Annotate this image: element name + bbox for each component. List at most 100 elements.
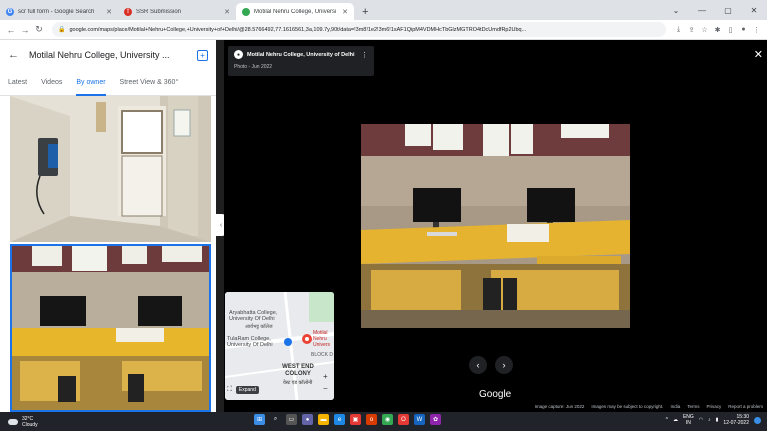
place-title: Motilal Nehru College, University ... [29,50,170,60]
close-icon[interactable]: ✕ [106,8,112,16]
browser-toolbar: ← → ↻ 🔒 google.com/maps/place/Motilal+Ne… [0,20,767,40]
clock-date: 12-07-2022 [723,420,749,426]
tab-google-search[interactable]: G scr full form - Google Search ✕ [0,3,118,20]
tab-videos[interactable]: Videos [41,70,62,96]
extensions-icon[interactable]: ✱ [711,26,724,34]
photo-nav-arrows: ‹ › [469,356,513,374]
lang-region: IN [685,420,691,426]
clock[interactable]: 15:30 12-07-2022 [723,414,749,426]
zoom-out-button[interactable]: − [323,384,328,393]
close-window-icon[interactable]: ✕ [741,6,767,15]
photo-viewer: ● Motilal Nehru College, University of D… [224,40,767,412]
tab-latest[interactable]: Latest [8,70,27,96]
tab-title: scr full form - Google Search [18,8,95,15]
expand-icon: ⛶ [227,386,232,393]
photo-thumbnail-corridor[interactable] [10,96,211,242]
main-photo-lab[interactable] [361,124,630,328]
close-icon[interactable]: ✕ [342,8,348,16]
corridor-image [10,96,211,242]
chat-icon[interactable]: ● [302,414,313,425]
menu-kebab-icon[interactable]: ⋮ [750,26,763,34]
install-icon[interactable]: ⤓ [672,26,685,34]
maximize-icon[interactable]: ▢ [715,6,741,15]
search-icon[interactable]: ⌕ [270,414,281,425]
store-icon[interactable]: ▣ [350,414,361,425]
zoom-in-button[interactable]: + [323,372,328,381]
weather-widget[interactable]: 32°C Cloudy [0,416,120,428]
more-options-icon[interactable]: ⋮ [361,51,368,59]
viewer-footer: Image capture: Jun 2022 Images may be su… [535,404,763,409]
battery-icon[interactable]: ▮ [716,417,719,423]
photos-icon[interactable]: ✿ [430,414,441,425]
photo-category-tabs: Latest Videos By owner Street View & 360… [0,70,216,96]
office-icon[interactable]: o [366,414,377,425]
report-problem-link[interactable]: Report a problem [728,404,763,409]
back-arrow-icon[interactable]: ← [8,49,19,61]
add-photo-icon[interactable]: + [197,49,208,61]
cloud-tray-icon[interactable]: ☁ [673,417,678,423]
address-bar[interactable]: 🔒 google.com/maps/place/Motilal+Nehru+Co… [52,22,666,37]
file-explorer-icon[interactable]: ▬ [318,414,329,425]
new-tab-button[interactable]: + [354,3,376,20]
profile-icon[interactable]: ● [737,26,750,33]
map-label-aryabhatta-hindi: आर्यभट्ट कॉलेज [245,324,273,330]
language-indicator[interactable]: ENG IN [683,414,694,426]
reload-icon[interactable]: ↻ [32,24,46,35]
owner-avatar[interactable]: ● [234,50,243,59]
chevron-up-icon[interactable]: ^ [666,417,668,423]
opera-icon[interactable]: O [398,414,409,425]
windows-taskbar: 32°C Cloudy ⊞ ⌕ ▭ ● ▬ e ▣ o ◉ O W ✿ ^ ☁ … [0,412,767,431]
system-tray: ^ ☁ ENG IN ◠ ♪ ▮ 15:30 12-07-2022 [666,414,761,426]
minimize-icon[interactable]: — [689,6,715,15]
volume-icon[interactable]: ♪ [708,417,711,423]
taskbar-apps: ⊞ ⌕ ▭ ● ▬ e ▣ o ◉ O W ✿ [254,414,441,425]
chevron-down-icon[interactable]: ⌄ [663,6,689,15]
expand-map-button[interactable]: ⛶ Expand [227,386,259,394]
notification-icon[interactable] [754,416,761,424]
tab-by-owner[interactable]: By owner [76,70,106,96]
close-icon[interactable]: ✕ [224,8,230,16]
tab-title: Motilal Nehru College, Universi [254,8,337,15]
owner-card: ● Motilal Nehru College, University of D… [228,46,374,76]
tab-street-view[interactable]: Street View & 360° [120,70,179,96]
next-photo-button[interactable]: › [495,356,513,374]
mini-map[interactable]: Aryabhatta College, University Of Delhi … [225,292,334,400]
back-arrow-icon[interactable]: ← [4,25,18,35]
maps-pin-icon [242,7,250,16]
photo-thumbnail-lab-selected[interactable] [10,244,211,412]
map-label-motilal: Motilal Nehru Univers [313,330,330,348]
photo-date: Photo - Jun 2022 [234,64,273,70]
owner-name[interactable]: Motilal Nehru College, University of Del… [247,52,361,58]
lock-icon: 🔒 [58,27,66,33]
previous-photo-button[interactable]: ‹ [469,356,487,374]
ssr-icon: ! [124,7,132,16]
tab-ssr-submission[interactable]: ! SSR Submission ✕ [118,3,236,20]
share-icon[interactable]: ⇪ [685,26,698,34]
cloud-icon [8,418,18,425]
word-icon[interactable]: W [414,414,425,425]
terms-link[interactable]: Terms [687,404,699,409]
weather-condition: Cloudy [22,421,38,428]
map-label-aryabhatta: Aryabhatta College, University Of Delhi [229,310,278,322]
google-logo: Google [479,389,512,400]
tab-title: SSR Submission [136,8,182,15]
tab-motilal-maps[interactable]: Motilal Nehru College, Universi ✕ [236,3,354,20]
region-link[interactable]: India [670,404,680,409]
map-label-westend: WEST END COLONY [282,364,314,377]
wifi-icon[interactable]: ◠ [699,417,703,423]
windows-start-icon[interactable]: ⊞ [254,414,265,425]
chrome-icon[interactable]: ◉ [382,414,393,425]
copyright-text: Images may be subject to copyright. [591,404,664,409]
window-controls: ⌄ — ▢ ✕ [663,0,767,20]
photos-sidebar: ← Motilal Nehru College, University ... … [0,40,216,412]
forward-arrow-icon[interactable]: → [18,25,32,35]
screen: G scr full form - Google Search ✕ ! SSR … [0,0,767,431]
url-text: google.com/maps/place/Motilal+Nehru+Coll… [69,26,527,33]
sidepanel-icon[interactable]: ▯ [724,26,737,34]
main-photo-image [361,124,630,328]
close-viewer-icon[interactable]: ✕ [754,48,763,61]
task-view-icon[interactable]: ▭ [286,414,297,425]
star-icon[interactable]: ☆ [698,26,711,34]
edge-icon[interactable]: e [334,414,345,425]
privacy-link[interactable]: Privacy [706,404,721,409]
